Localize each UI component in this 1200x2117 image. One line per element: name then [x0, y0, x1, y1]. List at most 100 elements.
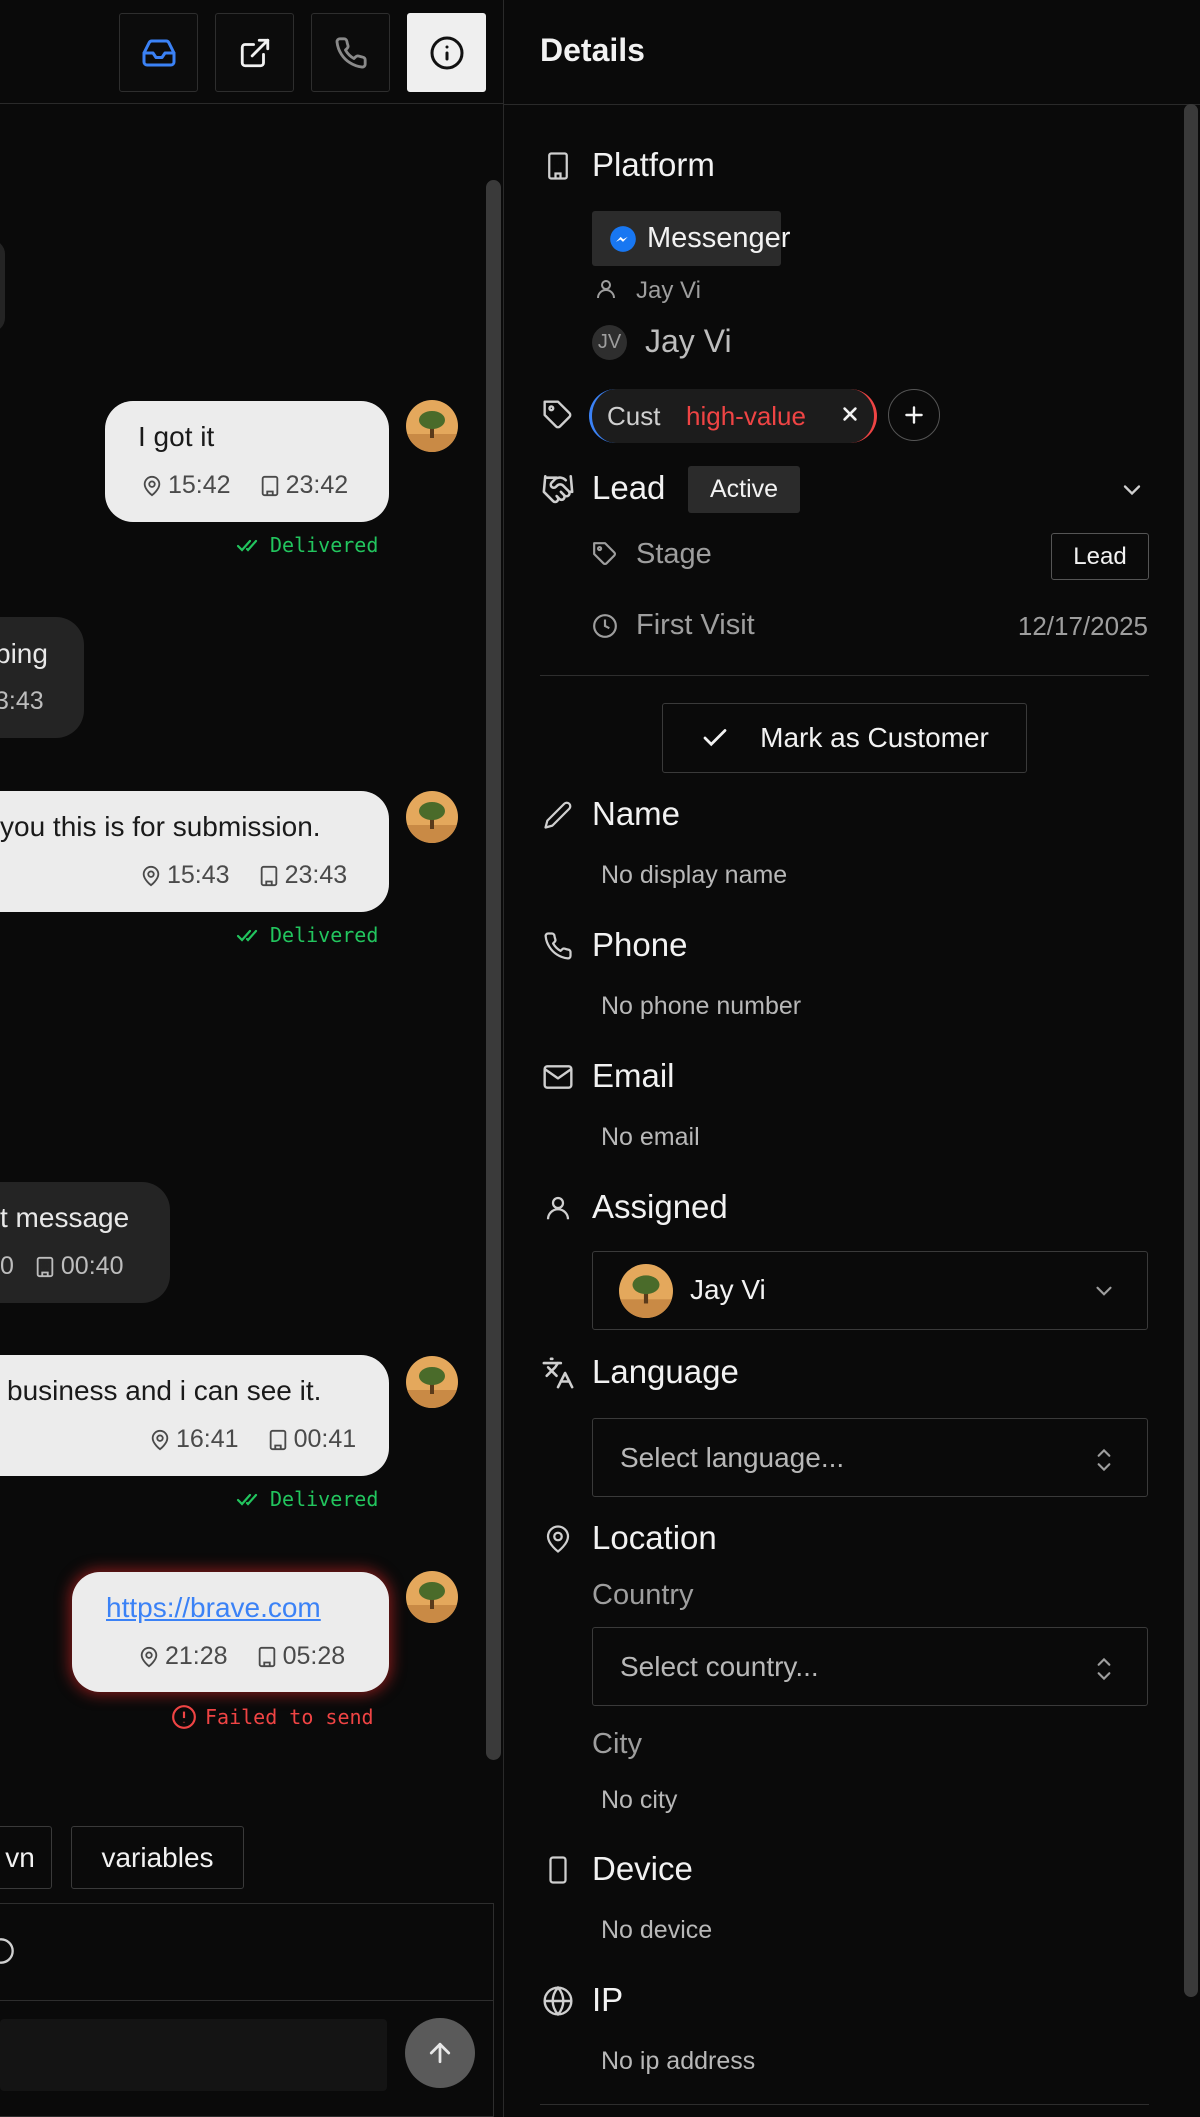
message-meta: 15:42 23:42 — [141, 471, 348, 500]
city-label: City — [592, 1728, 642, 1760]
clock-icon — [592, 613, 618, 639]
platform-badge: Messenger — [592, 211, 790, 266]
building-icon — [256, 1646, 278, 1668]
tag-icon — [540, 397, 576, 433]
stage-label: Stage — [636, 538, 712, 570]
chevrons-up-down-icon — [1091, 1445, 1117, 1475]
language-placeholder: Select language... — [620, 1442, 845, 1473]
call-button[interactable] — [311, 13, 390, 92]
message-meta: 0 00:40 — [0, 1252, 123, 1281]
local-time: 0 — [0, 1252, 14, 1280]
double-check-icon — [236, 926, 262, 944]
message-bubble-failed[interactable]: https://brave.com 21:28 05:28 — [72, 1572, 389, 1692]
divider — [540, 2104, 1149, 2105]
location-pin-icon — [141, 475, 163, 497]
user-icon — [540, 1190, 576, 1226]
phone-value[interactable]: No phone number — [601, 992, 801, 1021]
assigned-select[interactable]: Jay Vi — [592, 1251, 1148, 1330]
translate-icon — [540, 1355, 576, 1391]
variables-chip[interactable]: variables — [71, 1826, 244, 1889]
name-label: Name — [592, 795, 681, 832]
message-bubble-incoming[interactable]: ping 3:43 — [0, 617, 84, 738]
business-time: 00:40 — [60, 1252, 124, 1280]
check-icon — [700, 723, 730, 753]
message-bubble-incoming[interactable]: t message 0 00:40 — [0, 1182, 170, 1303]
stage-value[interactable]: Lead — [1051, 533, 1149, 580]
tag-first: Cust — [607, 401, 661, 431]
lead-label: Lead — [592, 469, 666, 506]
location-pin-icon — [140, 865, 162, 887]
platform-user-small: Jay Vi — [636, 277, 701, 304]
remove-tag-icon[interactable] — [837, 401, 863, 427]
map-pin-icon — [540, 1521, 576, 1557]
message-text: ping — [0, 638, 48, 669]
device-value: No device — [601, 1916, 713, 1944]
avatar — [406, 791, 458, 843]
tag-pill[interactable]: Cust high-value — [589, 389, 877, 443]
message-text: business and i can see it. — [7, 1375, 322, 1406]
business-time: 05:28 — [282, 1642, 346, 1670]
emoji-icon[interactable] — [0, 1937, 15, 1965]
avatar — [406, 1571, 458, 1623]
country-placeholder: Select country... — [620, 1651, 819, 1682]
chevron-down-icon — [1091, 1278, 1117, 1304]
first-visit-value: 12/17/2025 — [1017, 611, 1148, 641]
message-text: you this is for submission. — [0, 811, 321, 842]
location-pin-icon — [149, 1429, 171, 1451]
local-time: 16:41 — [176, 1425, 239, 1453]
message-bubble-outgoing[interactable]: business and i can see it. 16:41 00:41 — [0, 1355, 389, 1476]
info-button[interactable] — [407, 13, 486, 92]
first-visit-label: First Visit — [636, 609, 755, 641]
chevron-down-icon[interactable] — [1118, 476, 1146, 504]
city-value[interactable]: No city — [601, 1786, 677, 1815]
message-bubble-outgoing[interactable]: you this is for submission. 15:43 23:43 — [0, 791, 389, 912]
inbox-icon — [141, 35, 177, 71]
open-external-button[interactable] — [215, 13, 294, 92]
message-link[interactable]: https://brave.com — [106, 1592, 321, 1624]
avatar-initials: JV — [592, 325, 627, 360]
messenger-icon — [609, 225, 637, 253]
building-icon — [267, 1429, 289, 1451]
mark-customer-button[interactable]: Mark as Customer — [662, 703, 1027, 773]
globe-icon — [540, 1983, 576, 2019]
device-label: Device — [592, 1850, 693, 1887]
message-text: I got it — [138, 421, 215, 452]
details-title: Details — [540, 32, 645, 68]
double-check-icon — [236, 536, 262, 554]
business-time: 23:43 — [284, 861, 348, 889]
message-meta: 21:28 05:28 — [138, 1642, 345, 1671]
delivered-status: Delivered — [236, 533, 378, 557]
delivered-status: Delivered — [236, 923, 378, 947]
inbox-button[interactable] — [119, 13, 198, 92]
message-input[interactable] — [0, 2019, 387, 2091]
local-time: 15:42 — [168, 471, 231, 499]
message-bubble-incoming — [0, 240, 5, 332]
business-time: 23:42 — [285, 471, 349, 499]
message-meta: 15:43 23:43 — [140, 861, 347, 890]
platform-label: Platform — [592, 146, 715, 183]
add-tag-button[interactable] — [888, 389, 940, 441]
email-value[interactable]: No email — [601, 1123, 700, 1152]
building-icon — [34, 1256, 56, 1278]
details-header: Details — [504, 0, 1200, 105]
chat-pane: I got it 15:42 23:42 Delivered ping 3:43… — [0, 0, 503, 2117]
building-icon — [259, 475, 281, 497]
double-check-icon — [236, 1490, 262, 1508]
chat-header — [0, 0, 503, 104]
country-select[interactable]: Select country... — [592, 1627, 1148, 1706]
phone-icon — [540, 928, 576, 964]
building-icon — [258, 865, 280, 887]
quick-chip[interactable]: vn — [0, 1826, 52, 1889]
location-label: Location — [592, 1519, 717, 1556]
ip-value: No ip address — [601, 2047, 756, 2075]
delivered-status: Delivered — [236, 1487, 378, 1511]
name-value[interactable]: No display name — [601, 861, 787, 890]
platform-user-name: Jay Vi — [645, 323, 732, 359]
send-button[interactable] — [405, 2018, 475, 2088]
language-select[interactable]: Select language... — [592, 1418, 1148, 1497]
arrow-up-icon — [425, 2038, 455, 2068]
message-bubble-outgoing[interactable]: I got it 15:42 23:42 — [105, 401, 389, 522]
details-scrollbar[interactable] — [1184, 104, 1198, 1997]
failed-status[interactable]: Failed to send — [171, 1704, 374, 1730]
chat-scrollbar[interactable] — [486, 180, 501, 1760]
